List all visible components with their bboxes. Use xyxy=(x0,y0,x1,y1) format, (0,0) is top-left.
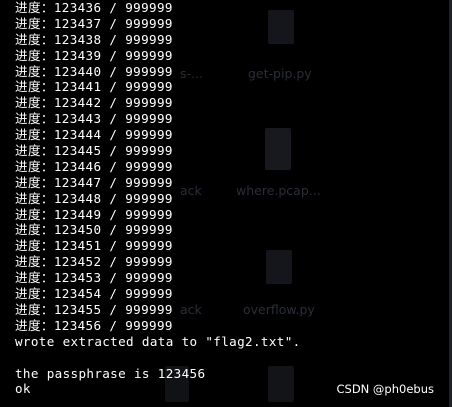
progress-line: 进度：123437 / 999999 xyxy=(15,15,173,31)
progress-line: 进度：123447 / 999999 xyxy=(15,174,173,190)
ok-line: ok xyxy=(15,381,31,397)
passphrase-line: the passphrase is 123456 xyxy=(15,365,206,381)
progress-line: 进度：123442 / 999999 xyxy=(15,95,173,111)
terminal-window[interactable]: get-pip.py s-... where.pcap... ack overf… xyxy=(0,0,452,407)
progress-line: 进度：123440 / 999999 xyxy=(15,63,173,79)
progress-line: 进度：123450 / 999999 xyxy=(15,222,173,238)
progress-line: 进度：123439 / 999999 xyxy=(15,47,173,63)
progress-line: 进度：123436 / 999999 xyxy=(15,0,173,15)
progress-line: 进度：123441 / 999999 xyxy=(15,79,173,95)
progress-line: 进度：123456 / 999999 xyxy=(15,317,173,333)
wrote-extracted-line: wrote extracted data to "flag2.txt". xyxy=(15,333,301,349)
progress-line: 进度：123454 / 999999 xyxy=(15,286,173,302)
progress-line: 进度：123448 / 999999 xyxy=(15,190,173,206)
watermark: CSDN @ph0ebus xyxy=(336,382,434,396)
progress-line: 进度：123444 / 999999 xyxy=(15,127,173,143)
progress-line: 进度：123443 / 999999 xyxy=(15,111,173,127)
progress-line: 进度：123446 / 999999 xyxy=(15,158,173,174)
progress-line: 进度：123451 / 999999 xyxy=(15,238,173,254)
progress-line: 进度：123455 / 999999 xyxy=(15,301,173,317)
progress-line: 进度：123449 / 999999 xyxy=(15,206,173,222)
terminal-output: 进度：123436 / 999999 进度：123437 / 999999 进度… xyxy=(15,0,301,397)
progress-line: 进度：123452 / 999999 xyxy=(15,254,173,270)
progress-line: 进度：123445 / 999999 xyxy=(15,143,173,159)
progress-line: 进度：123438 / 999999 xyxy=(15,31,173,47)
progress-line: 进度：123453 / 999999 xyxy=(15,270,173,286)
